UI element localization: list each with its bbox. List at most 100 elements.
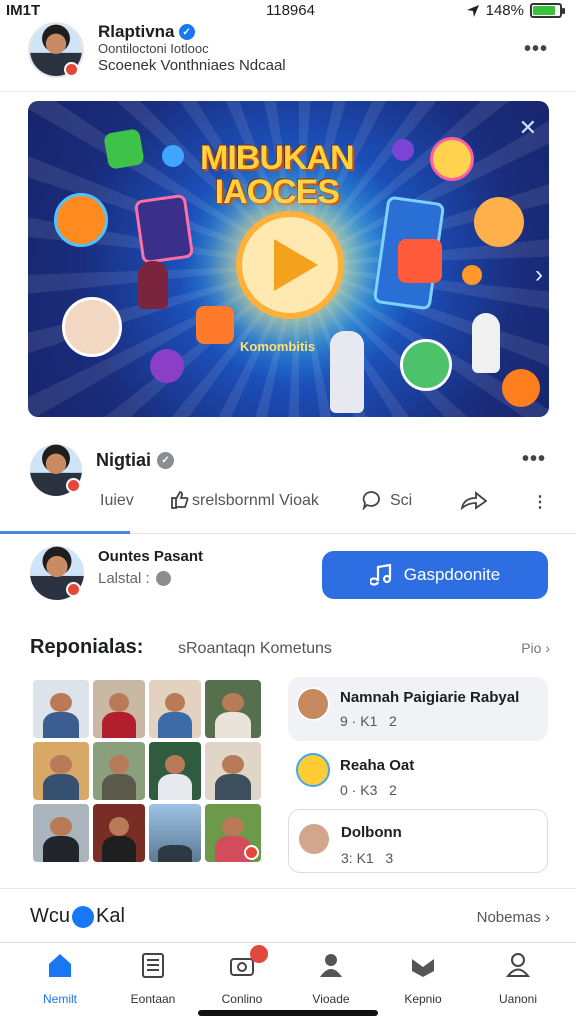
chat-meta-a: 3: K1 bbox=[341, 850, 374, 866]
primary-action-button[interactable]: Gaspdoonite bbox=[322, 551, 548, 599]
play-card-sticker bbox=[398, 239, 442, 283]
music-icon bbox=[369, 564, 391, 586]
photo-tile[interactable] bbox=[93, 804, 145, 862]
chat-item[interactable]: Namnah Paigiarie Rabyal 9 · K1 2 bbox=[288, 677, 548, 741]
tab-home[interactable]: Nemilt bbox=[20, 951, 100, 1011]
contact-name[interactable]: Ountes Pasant bbox=[98, 548, 203, 565]
location-icon bbox=[466, 4, 479, 17]
vertical-more-icon[interactable]: ⋮ bbox=[532, 492, 548, 512]
person-avatar-sticker bbox=[474, 197, 524, 247]
tab-profile-label: Uanoni bbox=[498, 992, 538, 1006]
tab-groups-label: Vioade bbox=[312, 992, 350, 1006]
chat-meta-a: 9 · K1 bbox=[340, 713, 378, 729]
thumbs-up-icon[interactable] bbox=[170, 490, 190, 510]
active-tab-indicator bbox=[0, 531, 130, 534]
purple-badge-sticker bbox=[150, 349, 184, 383]
girl-avatar-sticker bbox=[400, 339, 452, 391]
photo-tile[interactable] bbox=[149, 804, 201, 862]
kid-figure-sticker bbox=[330, 331, 364, 413]
photo-tile[interactable] bbox=[93, 742, 145, 800]
banner-caption: Komombitis bbox=[240, 339, 316, 354]
author-status-badge bbox=[66, 478, 81, 493]
footer-title-b: Kal bbox=[96, 905, 125, 927]
chat-meta: 0 · K3 2 bbox=[340, 782, 397, 798]
chat-meta-b: 2 bbox=[389, 713, 397, 729]
chat-name: Reaha Oat bbox=[340, 757, 415, 774]
post-more-icon[interactable]: ••• bbox=[522, 448, 546, 471]
contact-status-badge bbox=[66, 582, 81, 597]
profile-name[interactable]: Rlaptivna ✓ bbox=[98, 22, 195, 42]
home-indicator bbox=[198, 1010, 378, 1016]
tab-inbox[interactable]: Kepnio bbox=[383, 951, 463, 1011]
clock-label: 118964 bbox=[266, 2, 315, 19]
photo-tile[interactable] bbox=[33, 680, 89, 738]
tab-camera-label: Conlino bbox=[221, 992, 263, 1006]
heart-card-sticker bbox=[196, 306, 234, 344]
app-logo-icon bbox=[72, 905, 94, 928]
verified-grey-icon: ✓ bbox=[157, 452, 175, 469]
photo-tile[interactable] bbox=[33, 742, 89, 800]
chat-item[interactable]: Dolbonn 3: K1 3 bbox=[288, 809, 548, 873]
chat-meta: 9 · K1 2 bbox=[340, 713, 397, 729]
emoji-sticker bbox=[54, 193, 108, 247]
footer-section-title: Wcu Kal bbox=[30, 905, 125, 928]
photo-tile[interactable] bbox=[205, 680, 261, 738]
chat-meta-b: 3 bbox=[385, 850, 394, 866]
featured-banner[interactable]: MIBUKAN IAOCES Komombitis ✕ › bbox=[28, 101, 549, 417]
battery-icon bbox=[530, 3, 565, 18]
comment-icon[interactable] bbox=[362, 490, 382, 510]
footer-see-all-link[interactable]: Nobemas › bbox=[477, 909, 550, 926]
small-purple-sticker bbox=[392, 139, 414, 161]
comment-action[interactable]: Sci bbox=[390, 492, 412, 510]
primary-action-label: Gaspdoonite bbox=[403, 565, 501, 584]
section-subtitle: sRoantaqn Kometuns bbox=[178, 640, 332, 657]
carrier-label: IM1T bbox=[6, 2, 41, 19]
girl-figure-sticker bbox=[472, 313, 500, 373]
section-see-all-link[interactable]: Pio › bbox=[521, 640, 550, 656]
profile-name-text: Rlaptivna bbox=[98, 22, 175, 41]
like-action[interactable]: Iuiev bbox=[100, 492, 134, 510]
photo-tile[interactable] bbox=[149, 680, 201, 738]
tab-groups[interactable]: Vioade bbox=[291, 951, 371, 1011]
post-author-name[interactable]: Nigtiai ✓ bbox=[96, 450, 175, 471]
footer-title-a: Wcu bbox=[30, 905, 70, 927]
clock-icon bbox=[155, 571, 171, 586]
photo-tile[interactable] bbox=[93, 680, 145, 738]
tab-home-label: Nemilt bbox=[42, 992, 77, 1006]
status-right: 148% bbox=[466, 2, 565, 19]
emoji-avatar-icon bbox=[296, 753, 330, 787]
tab-camera[interactable]: Conlino bbox=[202, 945, 282, 1011]
group-icon bbox=[320, 954, 342, 977]
tab-inbox-label: Kepnio bbox=[404, 992, 442, 1006]
photo-badge bbox=[244, 845, 259, 860]
photo-grid bbox=[33, 680, 263, 866]
chat-meta-a: 0 · K3 bbox=[340, 782, 378, 798]
chat-meta-b: 2 bbox=[389, 782, 397, 798]
document-icon bbox=[142, 953, 164, 978]
chat-item[interactable]: Reaha Oat 0 · K3 2 bbox=[288, 745, 548, 803]
more-options-icon[interactable]: ••• bbox=[524, 38, 548, 61]
chat-name: Dolbonn bbox=[341, 824, 402, 841]
profile-description: Scoenek Vonthniaes Ndcaal bbox=[98, 57, 286, 74]
profile-icon bbox=[505, 953, 531, 977]
footer-link-text: Nobemas bbox=[476, 909, 541, 926]
close-icon[interactable]: ✕ bbox=[519, 115, 537, 141]
tab-profile[interactable]: Uanoni bbox=[478, 951, 558, 1011]
banner-title-line2: IAOCES bbox=[214, 173, 340, 211]
share-arrow-icon[interactable] bbox=[460, 490, 488, 510]
photo-tile[interactable] bbox=[149, 742, 201, 800]
share-action[interactable]: srelsbornml Vioak bbox=[192, 492, 319, 510]
photo-card-sticker bbox=[133, 193, 195, 265]
banner-title: MIBUKAN IAOCES bbox=[200, 141, 355, 211]
tab-documents[interactable]: Eontaan bbox=[113, 951, 193, 1011]
footer-section-header: Wcu Kal Nobemas › bbox=[0, 888, 576, 940]
play-icon bbox=[274, 239, 318, 291]
photo-tile[interactable] bbox=[205, 804, 261, 862]
profile-subtitle: Oontiloctoni Iotlooc bbox=[98, 41, 209, 56]
contact-status-text: Lalstal : bbox=[98, 570, 150, 587]
inbox-icon bbox=[412, 959, 434, 977]
photo-tile[interactable] bbox=[205, 742, 261, 800]
photo-tile[interactable] bbox=[33, 804, 89, 862]
avatar-status-badge bbox=[64, 62, 79, 77]
chevron-right-icon[interactable]: › bbox=[535, 261, 543, 289]
